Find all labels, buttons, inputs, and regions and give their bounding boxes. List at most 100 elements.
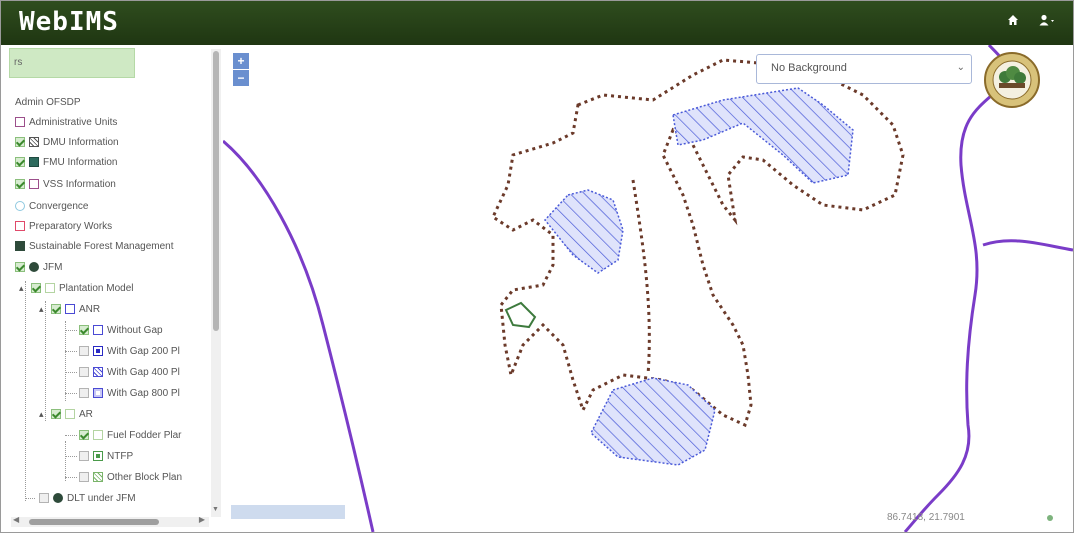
layer-checkbox[interactable] [51,304,61,314]
dotted-corridor [631,179,651,376]
map-canvas[interactable]: + − No Background ⌄ 86.7418, 21.7901 [223,45,1073,532]
tree-node[interactable]: Admin OFSDP [15,93,81,111]
admin-boundary-right [903,45,1008,532]
tree-node-label: Other Block Plan [107,471,183,483]
map-status-dot-icon[interactable] [1047,515,1053,521]
scroll-down-arrow-icon[interactable]: ▼ [212,506,219,513]
admin-boundary-left [223,139,375,532]
collapse-toggle-icon[interactable]: ▴ [39,304,47,315]
scrollbar-thumb[interactable] [213,51,219,331]
background-select[interactable]: No Background ⌄ [756,54,972,84]
collapse-toggle-icon[interactable]: ▴ [19,283,27,294]
layer-checkbox[interactable] [31,283,41,293]
tree-node-label: AR [79,408,93,420]
map-scale-bar [231,505,345,519]
tree-node[interactable]: Fuel Fodder Plar [79,426,181,444]
tree-node-label: Preparatory Works [29,220,113,232]
legend-swatch-icon [93,325,103,335]
layer-checkbox[interactable] [51,409,61,419]
tree-node[interactable]: Without Gap [79,321,163,339]
tree-node-label: Plantation Model [59,282,134,294]
tree-node[interactable]: Preparatory Works [15,217,112,235]
legend-swatch-icon [93,367,103,377]
tree-node[interactable]: Convergence [15,197,88,215]
tree-node[interactable]: DLT under JFM [39,489,136,507]
legend-swatch-icon [93,346,103,356]
tree-node-label: Fuel Fodder Plar [107,429,182,441]
tree-node-label: Sustainable Forest Management [29,240,174,252]
top-navbar: WebIMS [1,1,1073,45]
background-select-value: No Background [771,62,847,74]
user-menu-icon[interactable] [1039,13,1057,30]
scrollbar-thumb[interactable] [29,519,159,525]
zoom-in-button[interactable]: + [233,53,249,69]
legend-swatch-icon [29,137,39,147]
sidebar-horizontal-scrollbar[interactable]: ◀ ▶ [11,515,209,527]
department-seal-icon [984,52,1040,108]
legend-swatch-icon [15,117,25,127]
layer-checkbox[interactable] [15,137,25,147]
tree-node[interactable]: ▴ AR [39,405,93,423]
legend-swatch-icon [65,409,75,419]
tree-node[interactable]: Other Block Plan [79,468,182,486]
layer-sidebar: rs Admin OFSDP Administrative Units DMU … [1,45,224,532]
tree-node[interactable]: FMU Information [15,153,117,171]
tree-node[interactable]: JFM [15,258,62,276]
layer-checkbox[interactable] [79,346,89,356]
layer-checkbox[interactable] [79,430,89,440]
cursor-coordinates: 86.7418, 21.7901 [887,512,965,523]
tree-node-label: ANR [79,303,101,315]
layer-checkbox[interactable] [79,472,89,482]
scroll-left-arrow-icon[interactable]: ◀ [13,515,19,524]
map-layers [223,45,1073,532]
layer-checkbox[interactable] [79,388,89,398]
layer-checkbox[interactable] [79,367,89,377]
legend-swatch-icon [93,388,103,398]
tree-node[interactable]: ▴ Plantation Model [19,279,134,297]
collapse-toggle-icon[interactable]: ▴ [39,409,47,420]
scroll-right-arrow-icon[interactable]: ▶ [199,515,205,524]
tree-node-label: NTFP [107,450,134,462]
legend-swatch-icon [29,157,39,167]
legend-swatch-icon [53,493,63,503]
tree-node[interactable]: NTFP [79,447,133,465]
tree-node-label: DMU Information [43,136,119,148]
layer-checkbox[interactable] [15,262,25,272]
brand-title[interactable]: WebIMS [19,7,119,37]
legend-swatch-icon [93,451,103,461]
legend-swatch-icon [29,179,39,189]
legend-swatch-icon [65,304,75,314]
tree-node[interactable]: With Gap 200 Pl [79,342,180,360]
tree-node[interactable]: DMU Information [15,133,119,151]
app-window: WebIMS rs Admin OFSDP Administrative Uni… [0,0,1074,533]
admin-boundary-branch [982,239,1073,252]
layer-checkbox[interactable] [15,179,25,189]
tree-node-label: FMU Information [43,156,118,168]
tree-node[interactable]: With Gap 800 Pl [79,384,180,402]
legend-swatch-icon [45,283,55,293]
legend-swatch-icon [15,221,25,231]
layer-checkbox[interactable] [79,325,89,335]
legend-swatch-icon [93,430,103,440]
home-icon[interactable] [1007,13,1019,30]
layer-checkbox[interactable] [15,157,25,167]
layer-checkbox[interactable] [39,493,49,503]
tree-node[interactable]: VSS Information [15,175,116,193]
tree-node[interactable]: Sustainable Forest Management [15,237,174,255]
sidebar-vertical-scrollbar[interactable]: ▼ [211,49,221,517]
tree-node-label: Admin OFSDP [15,96,81,108]
tree-node[interactable]: ▴ ANR [39,300,100,318]
layer-checkbox[interactable] [79,451,89,461]
tree-node-label: With Gap 800 Pl [107,387,180,399]
layer-search-strip[interactable]: rs [9,48,135,78]
legend-swatch-icon [29,262,39,272]
tree-node-label: Convergence [29,200,89,212]
zoom-out-button[interactable]: − [233,70,249,86]
legend-swatch-icon [15,201,25,211]
green-block-polygon [504,301,537,329]
hatched-plantation-south [590,377,716,466]
tree-node-label: Administrative Units [29,116,118,128]
tree-node[interactable]: Administrative Units [15,113,117,131]
hatched-plantation-west [544,189,624,274]
tree-node[interactable]: With Gap 400 Pl [79,363,180,381]
